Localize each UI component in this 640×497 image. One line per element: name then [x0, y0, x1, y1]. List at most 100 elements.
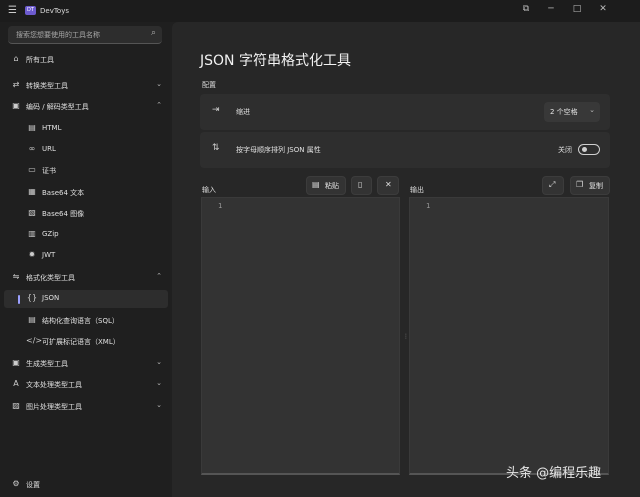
formatter-icon: ⇋	[12, 272, 20, 281]
expand-button[interactable]: ⤢	[542, 176, 564, 195]
sidebar-item-base64-text[interactable]: ▦ Base64 文本	[4, 184, 168, 202]
base64-text-icon: ▦	[28, 187, 36, 196]
minimize-button[interactable]: ─	[539, 4, 563, 14]
sidebar-item-xml[interactable]: </> 可扩展标记语言（XML）	[4, 333, 168, 351]
chevron-down-icon: ⌄	[156, 379, 162, 387]
page-title: JSON 字符串格式化工具	[200, 53, 351, 69]
input-label: 输入	[202, 186, 216, 194]
sidebar-item-label: 结构化查询语言（SQL）	[42, 317, 119, 325]
sidebar-item-label: 文本处理类型工具	[26, 381, 82, 389]
sidebar-item-label: 图片处理类型工具	[26, 403, 82, 411]
converter-icon: ⇄	[12, 80, 20, 89]
close-icon: ✕	[385, 180, 392, 189]
sidebar-group-converters[interactable]: ⇄ 转换类型工具 ⌄	[4, 77, 168, 95]
maximize-button[interactable]: □	[565, 4, 589, 14]
output-editor[interactable]: 1	[409, 197, 609, 475]
gear-icon: ⚙	[12, 479, 20, 488]
sidebar-item-label: 编码 / 解码类型工具	[26, 103, 89, 111]
sidebar-item-settings[interactable]: ⚙ 设置	[4, 476, 168, 494]
sidebar-item-label: 格式化类型工具	[26, 274, 75, 282]
indent-dropdown[interactable]: 2 个空格 ⌄	[544, 102, 600, 122]
sidebar-item-label: JWT	[42, 251, 56, 259]
sidebar-item-label: 证书	[42, 167, 56, 175]
clipboard-icon: ▤	[312, 180, 320, 189]
sort-setting: ⇅ 按字母顺序排列 JSON 属性 关闭	[200, 132, 610, 168]
chevron-down-icon: ⌄	[156, 401, 162, 409]
clear-button[interactable]: ✕	[377, 176, 399, 195]
sidebar-item-certificate[interactable]: ▭ 证书	[4, 162, 168, 180]
toggle-knob	[582, 147, 587, 152]
sidebar-item-base64-image[interactable]: ▧ Base64 图像	[4, 205, 168, 223]
toggle-state-label: 关闭	[558, 146, 572, 154]
base64-image-icon: ▧	[28, 208, 36, 217]
line-number: 1	[218, 202, 223, 210]
sort-toggle[interactable]	[578, 144, 600, 155]
sidebar-item-label: GZip	[42, 230, 59, 238]
chevron-down-icon: ⌄	[156, 358, 162, 366]
sort-icon: ⇅	[212, 143, 220, 153]
json-icon: {}	[26, 293, 38, 302]
text-icon: A	[13, 379, 19, 388]
indent-value: 2 个空格	[550, 108, 578, 116]
chevron-up-icon: ⌃	[156, 272, 162, 280]
sql-icon: ▤	[28, 315, 36, 324]
certificate-icon: ▭	[28, 165, 36, 174]
sidebar-item-label: 转换类型工具	[26, 82, 68, 90]
indent-icon: ⇥	[212, 105, 220, 115]
sidebar-item-label: HTML	[42, 124, 62, 132]
image-icon: ▨	[12, 401, 20, 410]
file-icon: ▯	[358, 180, 363, 189]
sidebar-item-label: 所有工具	[26, 56, 54, 64]
sidebar-item-label: 设置	[26, 481, 40, 489]
gzip-icon: ▥	[28, 229, 36, 238]
close-button[interactable]: ✕	[591, 4, 615, 14]
expand-icon: ⤢	[549, 180, 556, 189]
sidebar-item-jwt[interactable]: ✹ JWT	[4, 247, 168, 265]
sidebar-item-all-tools[interactable]: ⌂ 所有工具	[4, 51, 168, 69]
sidebar-item-html[interactable]: ▤ HTML	[4, 120, 168, 138]
sidebar-group-formatters[interactable]: ⇋ 格式化类型工具 ⌃	[4, 269, 168, 287]
paste-button-label: 粘贴	[325, 182, 339, 190]
sidebar-item-label: 生成类型工具	[26, 360, 68, 368]
indent-label: 缩进	[236, 108, 250, 116]
paste-button[interactable]: ▤ 粘贴	[306, 176, 346, 195]
sidebar-item-label: URL	[42, 145, 56, 153]
sidebar-group-text[interactable]: A 文本处理类型工具 ⌄	[4, 376, 168, 394]
chevron-up-icon: ⌃	[156, 101, 162, 109]
copy-button-label: 复制	[589, 182, 603, 190]
copy-icon: ❐	[576, 180, 584, 189]
copy-button[interactable]: ❐ 复制	[570, 176, 610, 195]
sidebar-group-encoders[interactable]: ▣ 编码 / 解码类型工具 ⌃	[4, 98, 168, 116]
input-editor[interactable]: 1	[201, 197, 400, 475]
sidebar-item-label: JSON	[42, 294, 60, 302]
open-file-button[interactable]: ▯	[351, 176, 372, 195]
sidebar-group-graphics[interactable]: ▨ 图片处理类型工具 ⌄	[4, 398, 168, 416]
sort-label: 按字母顺序排列 JSON 属性	[236, 146, 321, 154]
sidebar-item-gzip[interactable]: ▥ GZip	[4, 226, 168, 244]
sidebar-item-label: Base64 图像	[42, 210, 85, 218]
html-icon: ▤	[28, 123, 36, 132]
encoder-icon: ▣	[12, 101, 20, 110]
app-logo: DT	[25, 6, 36, 15]
config-heading: 配置	[202, 81, 216, 89]
output-label: 输出	[410, 186, 424, 194]
chevron-down-icon: ⌄	[589, 106, 595, 114]
search-placeholder: 搜索您想要使用的工具名称	[16, 31, 100, 39]
generator-icon: ▣	[12, 358, 20, 367]
sidebar-item-sql[interactable]: ▤ 结构化查询语言（SQL）	[4, 312, 168, 330]
search-input[interactable]: 搜索您想要使用的工具名称 ⌕	[8, 26, 162, 44]
jwt-icon: ✹	[28, 250, 36, 259]
sidebar-item-label: Base64 文本	[42, 189, 85, 197]
chevron-down-icon: ⌄	[156, 80, 162, 88]
compact-overlay-icon[interactable]: ⧉	[514, 4, 538, 14]
sidebar-item-json[interactable]: {} JSON	[4, 290, 168, 308]
home-icon: ⌂	[13, 54, 19, 63]
sidebar-item-url[interactable]: ∞ URL	[4, 141, 168, 159]
xml-icon: </>	[26, 336, 43, 345]
app-title: DevToys	[40, 7, 69, 15]
sidebar-item-label: 可扩展标记语言（XML）	[42, 338, 120, 346]
title-bar: ☰ DT DevToys ⧉ ─ □ ✕	[0, 0, 640, 22]
sidebar-group-generators[interactable]: ▣ 生成类型工具 ⌄	[4, 355, 168, 373]
indent-setting: ⇥ 缩进 2 个空格 ⌄	[200, 94, 610, 130]
hamburger-icon[interactable]: ☰	[8, 5, 17, 16]
